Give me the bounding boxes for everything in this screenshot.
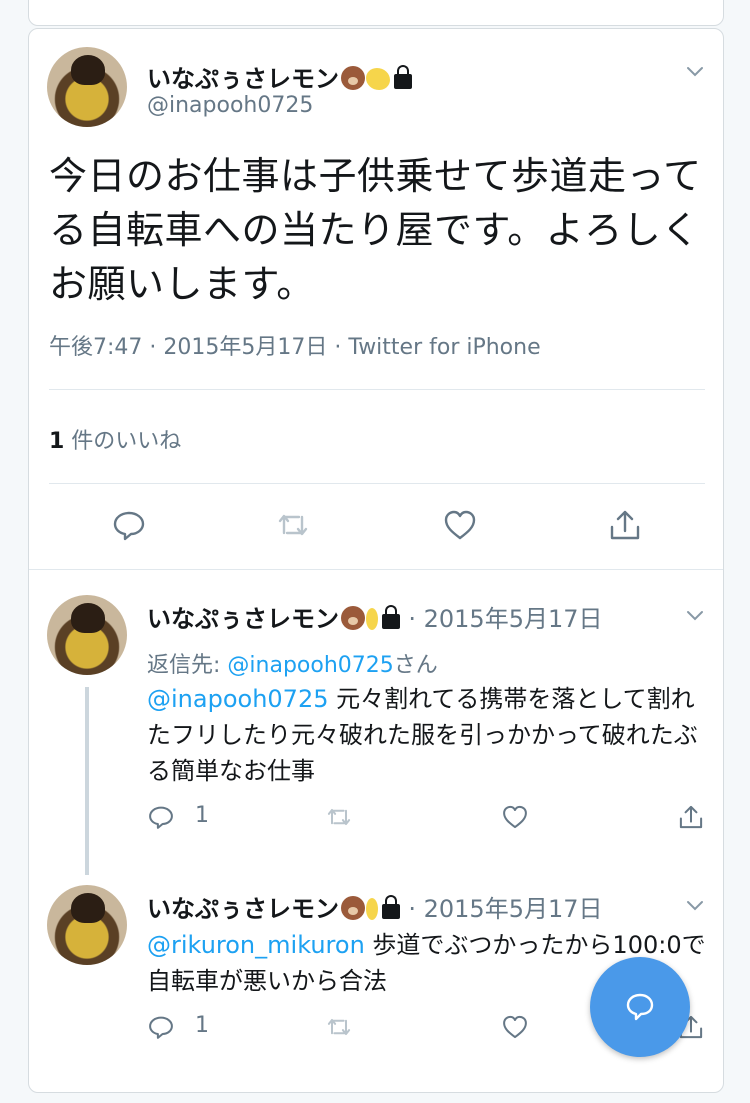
divider	[49, 483, 705, 484]
reply-text: @inapooh0725 元々割れてる携帯を落として割れたフリしたり元々破れた服…	[147, 685, 698, 785]
bear-emoji	[341, 896, 365, 920]
chevron-down-icon[interactable]	[685, 61, 705, 81]
lemon-emoji	[366, 898, 378, 920]
compose-icon	[626, 993, 654, 1021]
mention-link[interactable]: @inapooh0725	[147, 685, 328, 713]
previous-tweet-card	[28, 0, 724, 26]
divider	[49, 389, 705, 390]
lemon-emoji	[366, 608, 378, 630]
reply-icon[interactable]	[147, 1013, 175, 1041]
like-icon[interactable]	[442, 507, 478, 543]
user-handle[interactable]: @inapooh0725	[147, 93, 313, 118]
mention-link[interactable]: @rikuron_mikuron	[147, 931, 365, 959]
like-icon[interactable]	[501, 1013, 529, 1041]
thread-line	[85, 687, 89, 875]
chevron-down-icon[interactable]	[685, 895, 705, 915]
lemon-emoji	[366, 68, 390, 90]
tweet-time[interactable]: 午後7:47	[49, 335, 142, 360]
reply-icon[interactable]	[147, 803, 175, 831]
tweet-source[interactable]: Twitter for iPhone	[348, 335, 540, 360]
avatar[interactable]	[47, 885, 127, 965]
display-name[interactable]: いなぷぅさレモン · 2015年5月17日	[147, 889, 603, 924]
avatar[interactable]	[47, 595, 127, 675]
lock-icon	[382, 605, 400, 629]
bear-emoji	[341, 66, 365, 90]
reply-to-link[interactable]: @inapooh0725	[227, 653, 393, 678]
chevron-down-icon[interactable]	[685, 605, 705, 625]
reply-count: 1	[195, 1013, 209, 1038]
reply-to: 返信先: @inapooh0725さん	[147, 653, 438, 678]
tweet-meta: 午後7:47 · 2015年5月17日 · Twitter for iPhone	[49, 335, 541, 360]
tweet-text: 今日のお仕事は子供乗せて歩道走ってる自転車への当たり屋です。よろしくお願いします…	[49, 154, 702, 306]
retweet-icon[interactable]	[325, 1013, 353, 1041]
lock-icon	[382, 895, 400, 919]
retweet-icon[interactable]	[275, 507, 311, 543]
share-icon[interactable]	[607, 507, 643, 543]
retweet-icon[interactable]	[325, 803, 353, 831]
like-icon[interactable]	[501, 803, 529, 831]
reply-icon[interactable]	[111, 507, 147, 543]
share-icon[interactable]	[677, 803, 705, 831]
reply-date[interactable]: · 2015年5月17日	[408, 605, 602, 633]
lock-icon	[394, 65, 412, 89]
likes-count[interactable]: 1 件のいいね	[49, 423, 181, 455]
reply-date[interactable]: · 2015年5月17日	[408, 895, 602, 923]
tweet-detail-card: いなぷぅさレモン @inapooh0725 今日のお仕事は子供乗せて歩道走ってる…	[28, 28, 724, 1093]
bear-emoji	[341, 606, 365, 630]
display-name[interactable]: いなぷぅさレモン	[147, 59, 412, 94]
reply-count: 1	[195, 803, 209, 828]
avatar[interactable]	[47, 47, 127, 127]
tweet-date[interactable]: 2015年5月17日	[163, 335, 327, 360]
compose-button[interactable]	[590, 957, 690, 1057]
display-name[interactable]: いなぷぅさレモン · 2015年5月17日	[147, 599, 603, 634]
divider	[29, 569, 723, 570]
